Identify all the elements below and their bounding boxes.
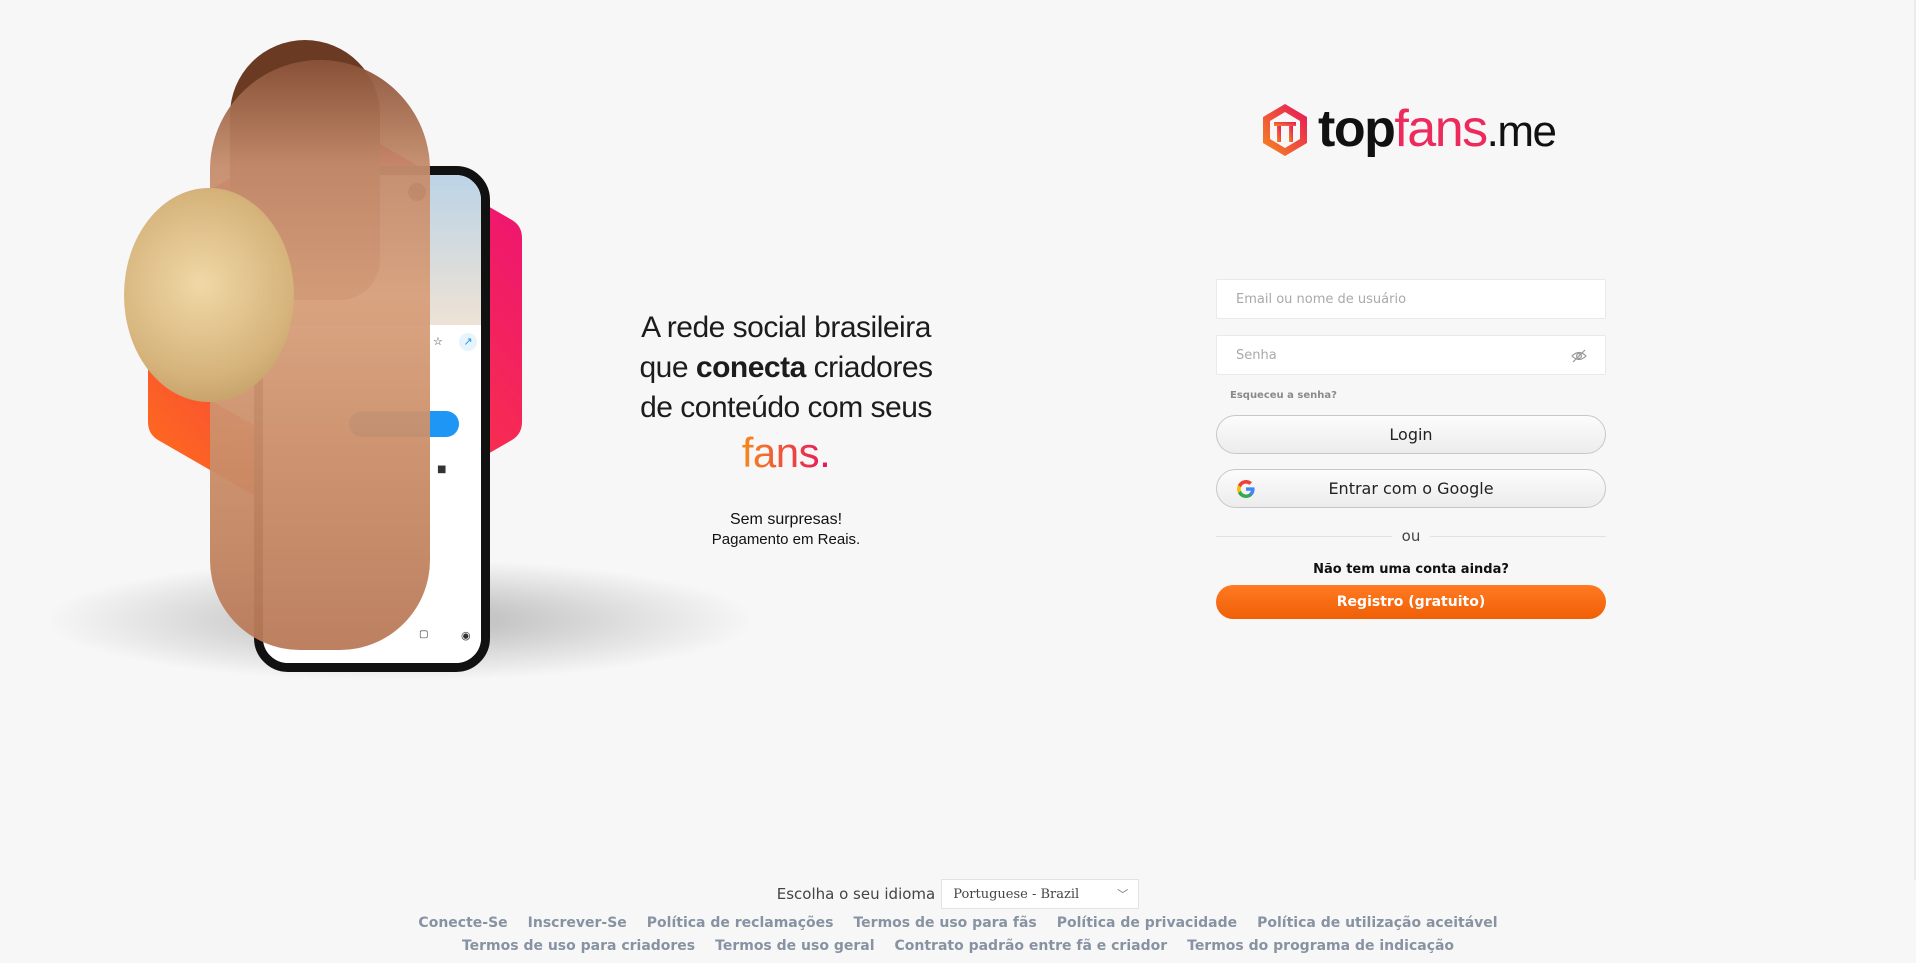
register-button[interactable]: Registro (gratuito) [1216,585,1606,619]
topfans-logo-icon [1263,104,1307,156]
language-selected-value: Portuguese - Brazil [953,886,1080,902]
google-icon [1237,480,1255,498]
footer-link-complaints-policy[interactable]: Política de reclamações [647,915,834,931]
tagline-line-3: de conteúdo com seus [640,391,932,424]
language-label: Escolha o seu idioma [776,885,936,903]
footer-link-login[interactable]: Conecte-Se [418,915,507,931]
share-icon: ↗ [459,333,477,351]
login-button[interactable]: Login [1216,415,1606,454]
tagline-line-2: que conecta criadores [626,348,946,388]
language-selector-row: Escolha o seu idioma Portuguese - Brazil… [0,879,1916,909]
tagline-line-2-pre: que [639,351,696,384]
footer-link-standard-contract[interactable]: Contrato padrão entre fã e criador [895,938,1168,954]
footer-link-general-terms[interactable]: Termos de uso geral [715,938,874,954]
language-select[interactable]: Portuguese - Brazil ﹀ [941,879,1140,909]
footer-link-signup[interactable]: Inscrever-Se [528,915,627,931]
tagline-fans-word: fans. [741,429,831,476]
footer-link-fan-terms[interactable]: Termos de uso para fãs [853,915,1036,931]
topfans-logo-text: topfans.me [1318,99,1557,162]
google-signin-label: Entrar com o Google [1328,479,1494,498]
footer-link-privacy-policy[interactable]: Política de privacidade [1057,915,1237,931]
footer-links-row-2: Termos de uso para criadores Termos de u… [0,938,1916,954]
topfans-logo[interactable]: topfans.me [1260,99,1557,162]
google-signin-button[interactable]: Entrar com o Google [1216,469,1606,508]
logo-text-top: top [1318,99,1396,158]
straw-hat [124,188,294,402]
footer-link-referral-terms[interactable]: Termos do programa de indicação [1187,938,1454,954]
email-input[interactable] [1217,280,1605,318]
subtagline-line-2: Pagamento em Reais. [711,531,861,548]
tagline-line-2-post: criadores [805,351,933,384]
or-label: ou [1391,527,1431,545]
square-icon: ▢ [419,629,429,640]
hero-subtagline: Sem surpresas! Pagamento em Reais. [696,510,876,550]
subtagline-line-1: Sem surpresas! [729,511,843,528]
profile-icon: ◉ [461,629,471,642]
login-page: ☆ ↗ ■ ▢ ◉ A rede social brasileira que c… [0,0,1916,963]
footer-link-acceptable-use[interactable]: Política de utilização aceitável [1257,915,1497,931]
divider-line-right [1426,536,1606,537]
logo-text-fans: fans [1394,99,1488,158]
video-icon: ■ [437,464,447,475]
chevron-down-icon: ﹀ [1117,888,1129,901]
divider-line-left [1216,536,1396,537]
hero-tagline: A rede social brasileira que conecta cri… [626,308,946,478]
no-account-text: Não tem uma conta ainda? [1313,562,1509,577]
login-form: Esqueceu a senha? Login Entrar com o Goo… [1216,279,1606,619]
tagline-bold-word: conecta [695,351,806,384]
forgot-password-link[interactable]: Esqueceu a senha? [1230,390,1606,401]
star-icon: ☆ [433,335,443,348]
tagline-line-1: A rede social brasileira [641,311,931,344]
password-field-wrapper [1216,335,1606,375]
logo-text-me: .me [1486,106,1557,156]
email-field-wrapper [1216,279,1606,319]
footer-link-creator-terms[interactable]: Termos de uso para criadores [462,938,695,954]
eye-slash-icon[interactable] [1571,348,1587,364]
footer-links-row-1: Conecte-Se Inscrever-Se Política de recl… [0,915,1916,931]
password-input[interactable] [1217,336,1605,374]
or-divider: ou [1216,526,1606,546]
